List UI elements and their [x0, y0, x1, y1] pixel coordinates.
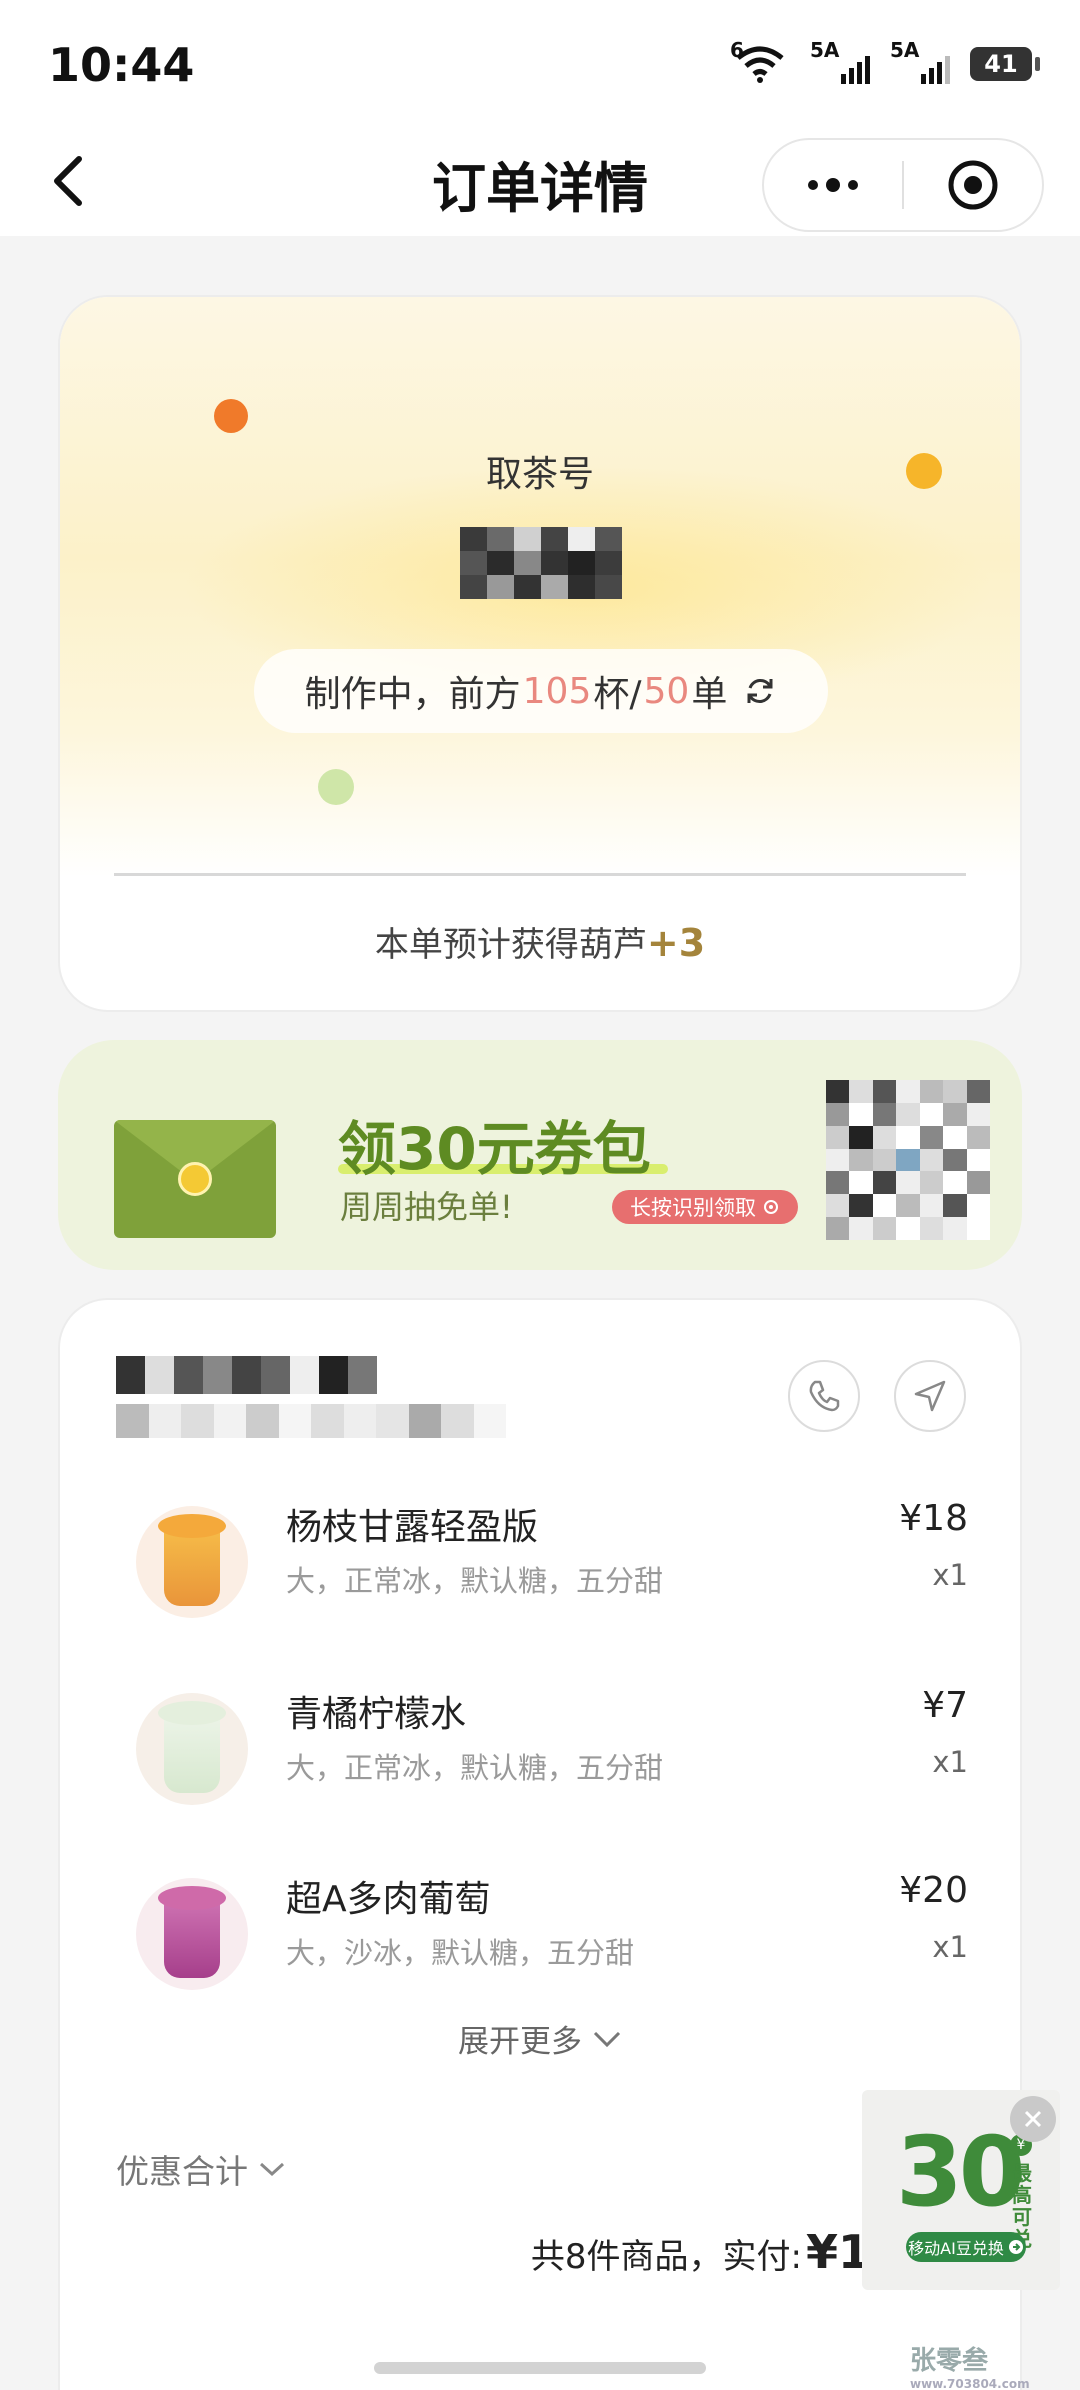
status-time: 10:44 — [48, 38, 195, 92]
signal-icon-sim2: 5A — [890, 38, 950, 84]
discount-toggle[interactable]: 优惠合计 — [116, 2145, 286, 2193]
target-circle-icon — [948, 160, 998, 210]
envelope-icon — [114, 1120, 276, 1238]
item-name: 杨枝甘露轻盈版 — [286, 1507, 539, 1548]
chevron-down-icon — [593, 2031, 621, 2047]
item-spec: 大，正常冰，默认糖，五分甜 — [286, 1751, 664, 1785]
item-price: ¥7 — [922, 1685, 968, 1726]
home-indicator[interactable] — [374, 2362, 706, 2374]
battery-level: 41 — [970, 47, 1032, 81]
product-image — [136, 1693, 248, 1805]
miniprogram-capsule — [762, 138, 1044, 232]
item-qty: x1 — [932, 1930, 968, 1964]
queue-status: 制作中，前方 105 杯/ 50 单 — [254, 649, 828, 733]
total-amount: ¥1 — [805, 2225, 870, 2279]
store-name-mosaic — [116, 1356, 406, 1394]
list-item[interactable]: 青橘柠檬水 大，正常冰，默认糖，五分甜 ¥7 x1 — [60, 1685, 1024, 1835]
phone-icon — [809, 1380, 840, 1412]
divider — [114, 873, 966, 876]
pickup-label: 取茶号 — [485, 454, 594, 495]
tap-hand-icon — [764, 1200, 778, 1214]
product-image — [136, 1878, 248, 1990]
expand-more-button[interactable]: 展开更多 — [60, 2016, 1020, 2061]
close-ad-button[interactable] — [1010, 2096, 1056, 2142]
reward-value: +3 — [646, 921, 706, 965]
decor-green-dot — [318, 769, 354, 805]
close-miniprogram-button[interactable] — [904, 140, 1042, 230]
sim2-label: 5A — [890, 38, 920, 62]
watermark: 张零叁 www.703804.com — [910, 2346, 1030, 2390]
refresh-button[interactable] — [743, 674, 777, 708]
more-dots-icon — [808, 178, 858, 192]
qr-code-mosaic[interactable] — [826, 1080, 990, 1240]
close-icon — [1024, 2110, 1042, 2128]
store-address-mosaic — [116, 1404, 506, 1438]
navigate-arrow-icon — [914, 1380, 946, 1412]
coupon-banner[interactable]: 领30元券包 周周抽免单! 长按识别领取 — [58, 1040, 1022, 1270]
refresh-icon — [747, 679, 773, 703]
item-qty: x1 — [932, 1558, 968, 1592]
signal-icon-sim1: 5A — [810, 38, 870, 84]
coupon-title: 领30元券包 — [338, 1115, 651, 1183]
item-price: ¥20 — [899, 1870, 968, 1911]
ad-number: 30 — [896, 2116, 1026, 2228]
claim-coupon-button[interactable]: 长按识别领取 — [612, 1190, 798, 1224]
cups-ahead: 105 — [522, 670, 592, 712]
more-button[interactable] — [764, 140, 902, 230]
item-price: ¥18 — [899, 1498, 968, 1539]
item-qty: x1 — [932, 1745, 968, 1779]
wifi-icon: 6 — [730, 38, 790, 84]
list-item[interactable]: 杨枝甘露轻盈版 大，正常冰，默认糖，五分甜 ¥18 x1 — [60, 1498, 1024, 1648]
chevron-down-icon — [259, 2162, 285, 2177]
status-bar: 10:44 6 5A 5A 41 — [0, 0, 1080, 130]
wifi-label: 6 — [730, 38, 744, 62]
pickup-code-mosaic — [460, 527, 622, 599]
call-store-button[interactable] — [788, 1360, 860, 1432]
item-name: 青橘柠檬水 — [286, 1694, 467, 1735]
status-icons: 6 5A 5A 41 — [730, 38, 1040, 84]
reward-estimate: 本单预计获得葫芦+3 — [374, 921, 706, 965]
pickup-card: 取茶号 制作中，前方 105 杯/ 50 单 本单预计获得葫芦+3 — [58, 295, 1022, 1012]
battery-icon: 41 — [970, 47, 1040, 81]
navigate-store-button[interactable] — [894, 1360, 966, 1432]
item-name: 超A多肉葡萄 — [286, 1879, 491, 1920]
arrow-right-icon — [1008, 2240, 1023, 2254]
total-line: 共8件商品，实付: ¥1 — [530, 2225, 870, 2279]
orders-ahead: 50 — [643, 670, 690, 712]
coupon-subtitle: 周周抽免单! — [340, 1188, 513, 1226]
decor-orange-dot — [214, 399, 248, 433]
item-spec: 大，正常冰，默认糖，五分甜 — [286, 1564, 664, 1598]
list-item[interactable]: 超A多肉葡萄 大，沙冰，默认糖，五分甜 ¥20 x1 — [60, 1870, 1024, 2020]
product-image — [136, 1506, 248, 1618]
item-spec: 大，沙冰，默认糖，五分甜 — [286, 1936, 635, 1970]
nav-bar: 订单详情 — [0, 130, 1080, 236]
sim1-label: 5A — [810, 38, 840, 62]
ad-button[interactable]: 移动AI豆兑换 — [906, 2232, 1026, 2262]
